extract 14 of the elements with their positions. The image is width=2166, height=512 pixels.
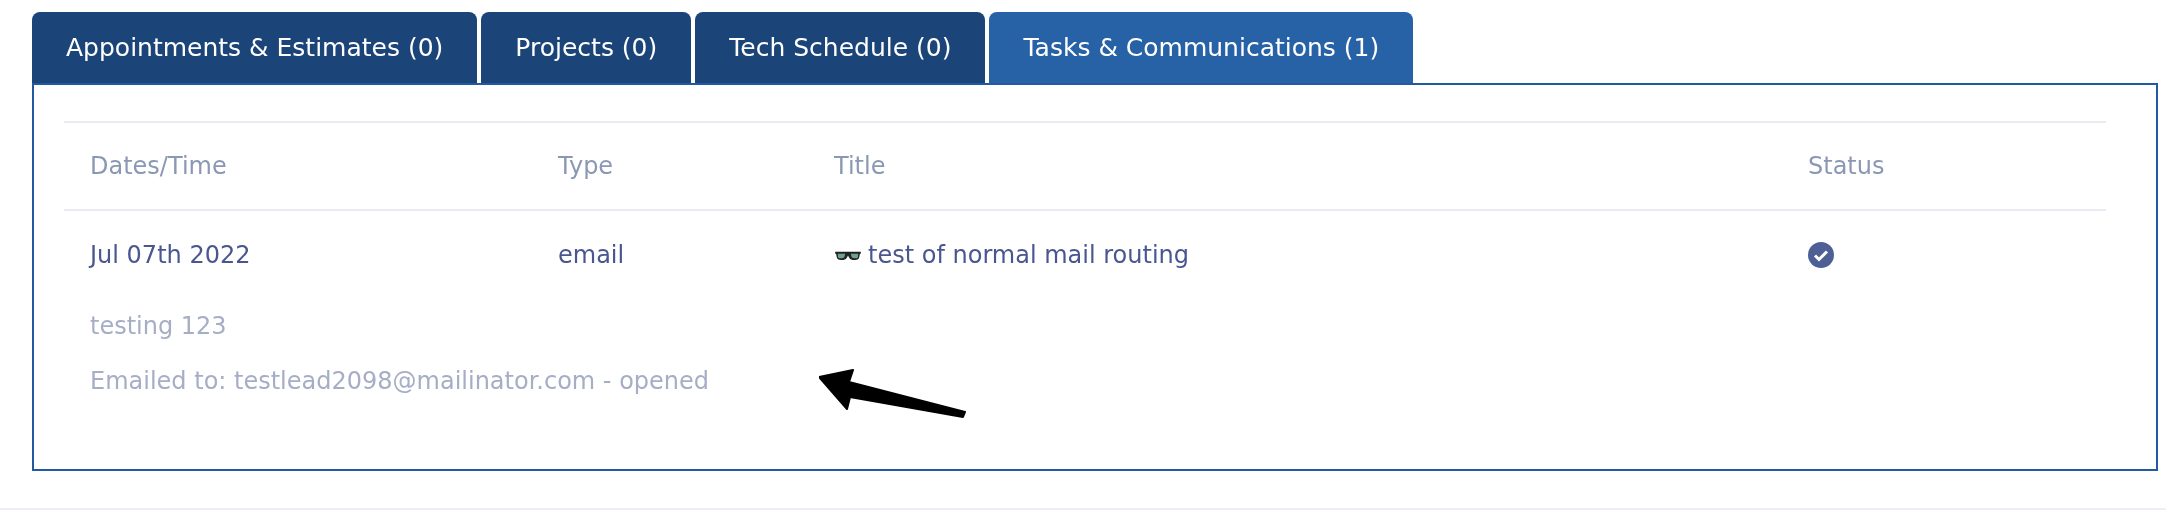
tab[interactable]: Appointments & Estimates (0) [32,12,478,83]
detail-text: testing 123 [89,311,227,342]
column-header: Title [834,152,887,180]
tab[interactable]: Tasks & Communications (1) [989,12,1414,83]
tab[interactable]: Tech Schedule (0) [695,12,986,83]
table-cell: test of normal mail routing [868,241,1189,269]
column-header: Status [1808,152,1886,180]
table-cell-text: email [558,241,626,269]
glasses-icon [834,249,862,261]
column-header: Type [558,152,615,180]
column-header: Dates/Time [89,152,228,180]
detail-text: Emailed to: testlead2098@mailinator.com - opened [89,366,710,397]
tab[interactable]: Projects (0) [481,12,692,83]
table-cell-text: Jul 07th 2022 [87,241,252,269]
